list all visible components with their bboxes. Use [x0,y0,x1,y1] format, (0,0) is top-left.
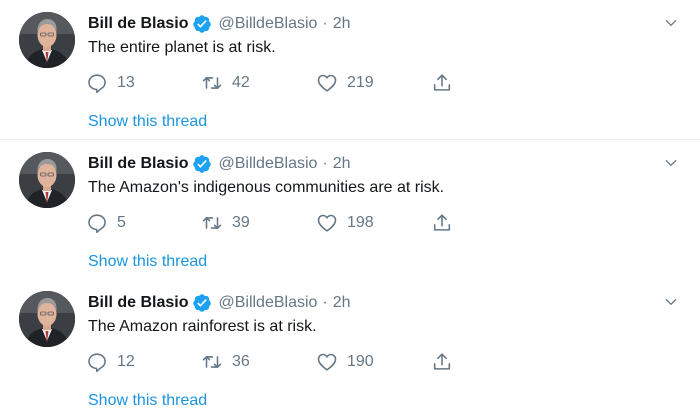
timestamp[interactable]: 2h [333,15,351,33]
separator-dot: · [322,15,328,32]
avatar[interactable] [19,291,75,347]
verified-icon [192,154,212,174]
separator-dot: · [322,294,328,311]
author-handle[interactable]: @BilldeBlasio [218,155,317,173]
show-thread-link[interactable]: Show this thread [88,251,207,273]
like-icon [316,72,338,94]
tweet[interactable]: Bill de Blasio @BilldeBlasio · 2h The Am… [0,279,700,417]
author-name[interactable]: Bill de Blasio [88,155,188,173]
retweet-icon [201,212,223,234]
share-icon [431,212,453,234]
like-count: 190 [347,353,374,370]
tweet-feed: Bill de Blasio @BilldeBlasio · 2h The en… [0,0,700,417]
show-thread-link[interactable]: Show this thread [88,390,207,412]
reply-count: 12 [117,353,135,370]
tweet[interactable]: Bill de Blasio @BilldeBlasio · 2h The en… [0,0,700,140]
share-button[interactable] [431,350,453,374]
tweet[interactable]: Bill de Blasio @BilldeBlasio · 2h The Am… [0,140,700,280]
like-button[interactable]: 190 [316,350,374,374]
avatar[interactable] [19,152,75,208]
verified-icon [192,293,212,313]
like-icon [316,212,338,234]
verified-icon [192,14,212,34]
timestamp[interactable]: 2h [333,155,351,173]
share-button[interactable] [431,211,453,235]
retweet-button[interactable]: 39 [201,211,250,235]
like-button[interactable]: 198 [316,211,374,235]
retweet-icon [201,351,223,373]
tweet-header: Bill de Blasio @BilldeBlasio · 2h [88,153,351,175]
tweet-actions: 13 42 219 [0,71,700,95]
like-icon [316,351,338,373]
tweet-actions: 5 39 198 [0,211,700,235]
avatar[interactable] [19,12,75,68]
separator-dot: · [322,155,328,172]
author-handle[interactable]: @BilldeBlasio [218,294,317,312]
reply-count: 5 [117,214,126,231]
show-thread-link[interactable]: Show this thread [88,111,207,133]
like-button[interactable]: 219 [316,71,374,95]
author-name[interactable]: Bill de Blasio [88,294,188,312]
retweet-count: 36 [232,353,250,370]
reply-button[interactable]: 13 [86,71,135,95]
retweet-count: 42 [232,74,250,91]
tweet-text: The Amazon's indigenous communities are … [88,179,445,196]
share-icon [431,72,453,94]
chevron-down-icon[interactable] [662,293,680,311]
retweet-icon [201,72,223,94]
retweet-count: 39 [232,214,250,231]
retweet-button[interactable]: 36 [201,350,250,374]
tweet-header: Bill de Blasio @BilldeBlasio · 2h [88,292,351,314]
reply-button[interactable]: 12 [86,350,135,374]
reply-count: 13 [117,74,135,91]
reply-button[interactable]: 5 [86,211,126,235]
reply-icon [86,351,108,373]
author-name[interactable]: Bill de Blasio [88,15,188,33]
tweet-text: The entire planet is at risk. [88,39,276,56]
chevron-down-icon[interactable] [662,14,680,32]
share-icon [431,351,453,373]
like-count: 198 [347,214,374,231]
like-count: 219 [347,74,374,91]
reply-icon [86,72,108,94]
tweet-text: The Amazon rainforest is at risk. [88,318,317,335]
tweet-actions: 12 36 190 [0,350,700,374]
share-button[interactable] [431,71,453,95]
retweet-button[interactable]: 42 [201,71,250,95]
chevron-down-icon[interactable] [662,154,680,172]
author-handle[interactable]: @BilldeBlasio [218,15,317,33]
tweet-header: Bill de Blasio @BilldeBlasio · 2h [88,13,351,35]
reply-icon [86,212,108,234]
timestamp[interactable]: 2h [333,294,351,312]
